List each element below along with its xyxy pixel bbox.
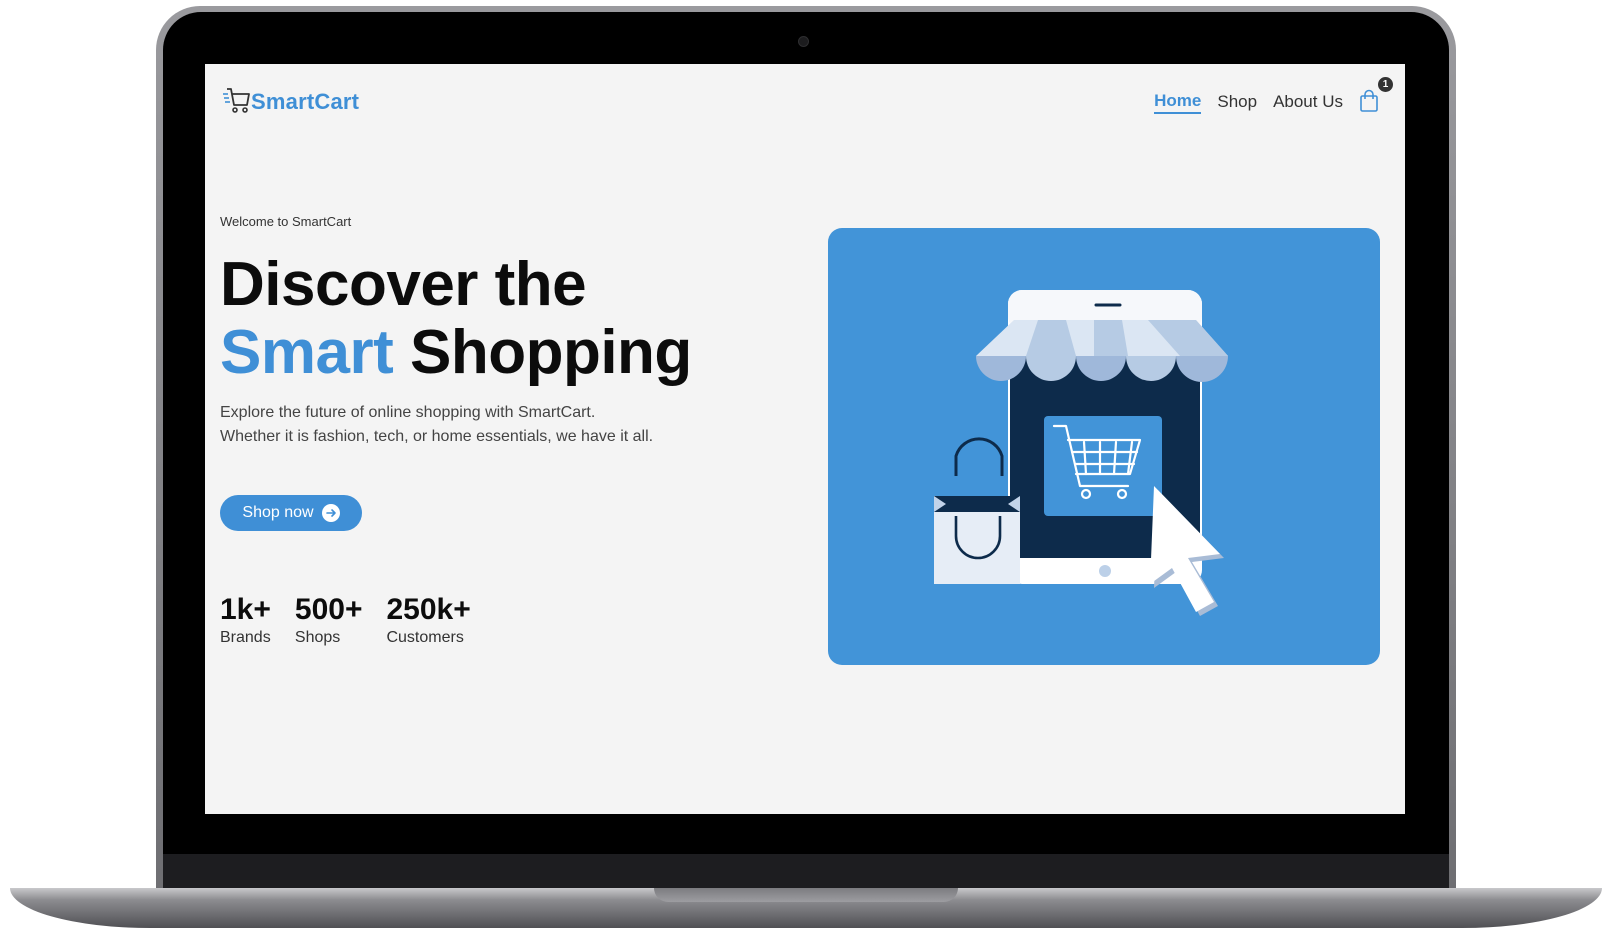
headline-rest: Shopping (409, 318, 692, 387)
cart-button[interactable]: 1 (1359, 77, 1393, 117)
subtext-line-2: Whether it is fashion, tech, or home ess… (220, 428, 654, 445)
nav-home-link[interactable]: Home (1154, 91, 1202, 114)
welcome-text: Welcome to SmartCart (220, 214, 352, 229)
stat-brands: 1k+ Brands (220, 593, 271, 647)
webpage: SmartCart Home Shop About Us 1 Welcome t… (205, 64, 1405, 814)
nav-about-link[interactable]: About Us (1273, 92, 1343, 112)
hero-illustration (828, 228, 1380, 665)
arrow-right-circle-icon (321, 504, 340, 522)
stat-shops: 500+ Shops (295, 593, 363, 647)
laptop-notch (654, 888, 958, 902)
stat-label: Customers (386, 629, 464, 646)
stat-value: 500+ (294, 593, 363, 626)
stat-value: 250k+ (386, 593, 471, 626)
stat-value: 1k+ (220, 593, 271, 626)
headline-accent: Smart (220, 318, 394, 387)
brand-name: SmartCart (251, 89, 360, 114)
nav-shop-link[interactable]: Shop (1217, 92, 1257, 112)
shopping-cart-icon (221, 85, 251, 120)
stat-customers: 250k+ Customers (386, 593, 470, 647)
hero-text: Welcome to SmartCart Discover the Smart … (220, 214, 740, 647)
subtext-line-1: Explore the future of online shopping wi… (220, 404, 596, 421)
headline-line-1: Discover the (220, 250, 587, 319)
online-store-illustration (934, 290, 1228, 616)
hero-headline: Discover the Smart Shopping (220, 251, 740, 387)
stats-row: 1k+ Brands 500+ Shops 250k+ Customers (220, 593, 740, 647)
laptop-chin (163, 854, 1449, 890)
nav-links: Home Shop About Us 1 (1138, 77, 1393, 118)
headline-line-2: Smart Shopping (220, 319, 740, 387)
stat-label: Brands (220, 629, 271, 646)
cart-count-badge: 1 (1378, 77, 1393, 92)
webcam (798, 36, 809, 47)
hero-subtext: Explore the future of online shopping wi… (220, 401, 740, 449)
shop-now-button[interactable]: Shop now (220, 495, 362, 531)
shop-now-label: Shop now (242, 504, 314, 521)
brand-logo[interactable]: SmartCart (221, 86, 359, 118)
stat-label: Shops (294, 629, 341, 646)
shopping-bag-icon (1359, 89, 1379, 117)
top-navbar: SmartCart Home Shop About Us 1 (205, 64, 1405, 136)
